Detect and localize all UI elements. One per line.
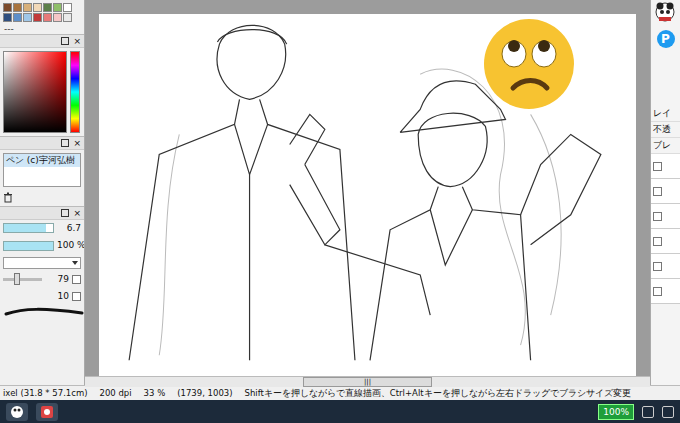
color-swatch[interactable] (33, 13, 42, 22)
spacer (651, 48, 680, 106)
palette-separator: --- (0, 24, 84, 34)
status-dpi: 200 dpi (100, 387, 132, 400)
layer-setting-label: ブレ (651, 138, 680, 154)
tray-icon[interactable] (662, 406, 674, 418)
color-swatch[interactable] (33, 3, 42, 12)
scroll-grip[interactable]: ||| (303, 377, 432, 387)
density-value: 79 (45, 273, 69, 287)
opacity-value: 100 % (57, 239, 81, 253)
layer-row[interactable] (651, 229, 680, 254)
brush-list: ペン (c)宇河弘樹 (3, 153, 81, 187)
extra-checkbox[interactable] (72, 292, 81, 301)
color-swatch[interactable] (23, 13, 32, 22)
layer-row[interactable] (651, 254, 680, 279)
stroke-preview-icon (4, 306, 84, 318)
color-swatch[interactable] (13, 3, 22, 12)
restore-icon[interactable] (61, 37, 69, 45)
rolling-eyes-emoji (483, 18, 575, 110)
layer-row[interactable] (651, 179, 680, 204)
close-button[interactable]: × (73, 138, 81, 148)
rolling-eyes-icon (483, 18, 575, 110)
density-slider[interactable] (3, 278, 42, 281)
brush-size-value: 6.7 (57, 222, 81, 236)
pixiv-badge[interactable]: P (657, 30, 675, 48)
status-zoom: 33 % (144, 387, 166, 400)
color-swatch[interactable] (23, 3, 32, 12)
color-swatch[interactable] (13, 13, 22, 22)
color-swatch[interactable] (63, 13, 72, 22)
tray-icon[interactable] (642, 406, 654, 418)
pane-header: × (0, 206, 84, 220)
tool-panel: --- × × ペン (c)宇河弘樹 × 6.7 100 % 79 10 (0, 0, 85, 385)
taskbar-app[interactable] (6, 403, 28, 421)
panda-icon (10, 405, 24, 419)
dropdown-arrow-icon (72, 261, 78, 265)
stroke-preview (0, 306, 84, 320)
trash-icon (3, 192, 13, 203)
status-size: ixel (31.8 * 57.1cm) (3, 387, 88, 400)
layer-row[interactable] (651, 204, 680, 229)
app-window: --- × × ペン (c)宇河弘樹 × 6.7 100 % 79 10 ||| P レイ不透ブレ ix… (0, 0, 680, 423)
blend-dropdown[interactable] (3, 257, 81, 269)
visibility-toggle[interactable] (653, 187, 662, 196)
extra-value: 10 (45, 290, 69, 304)
visibility-toggle[interactable] (653, 237, 662, 246)
opacity-row: 100 % (0, 237, 84, 255)
pane-header: × (0, 136, 84, 150)
visibility-toggle[interactable] (653, 262, 662, 271)
color-swatch[interactable] (3, 3, 12, 12)
visibility-toggle[interactable] (653, 287, 662, 296)
visibility-toggle[interactable] (653, 162, 662, 171)
main-area: --- × × ペン (c)宇河弘樹 × 6.7 100 % 79 10 ||| P レイ不透ブレ (0, 0, 680, 385)
close-button[interactable]: × (73, 36, 81, 46)
color-swatch[interactable] (3, 13, 12, 22)
app-icon (40, 405, 54, 419)
taskbar: 100% (0, 400, 680, 423)
extra-row: 10 (0, 288, 84, 306)
pane-header: × (0, 34, 84, 48)
restore-icon[interactable] (61, 139, 69, 147)
brush-size-bar[interactable] (3, 223, 54, 233)
canvas-area: ||| (85, 0, 650, 385)
color-swatch[interactable] (53, 13, 62, 22)
status-cursor: (1739, 1003) (177, 387, 232, 400)
layer-panel: P レイ不透ブレ (650, 0, 680, 385)
density-handle[interactable] (14, 273, 20, 285)
visibility-toggle[interactable] (653, 212, 662, 221)
color-swatch[interactable] (53, 3, 62, 12)
color-picker (0, 48, 84, 136)
horizontal-scrollbar[interactable]: ||| (85, 376, 650, 387)
battery-indicator[interactable]: 100% (598, 404, 634, 420)
restore-icon[interactable] (61, 209, 69, 217)
color-swatch[interactable] (43, 13, 52, 22)
layer-setting-label: レイ (651, 106, 680, 122)
brush-size-fill (4, 224, 46, 232)
close-button[interactable]: × (73, 208, 81, 218)
taskbar-app[interactable] (36, 403, 58, 421)
trash-button[interactable] (0, 190, 84, 206)
color-palette (0, 0, 84, 24)
layer-setting-label: 不透 (651, 122, 680, 138)
layer-row[interactable] (651, 154, 680, 179)
opacity-bar[interactable] (3, 241, 54, 251)
density-checkbox[interactable] (72, 275, 81, 284)
layer-row[interactable] (651, 279, 680, 304)
color-swatch[interactable] (43, 3, 52, 12)
opacity-fill (4, 242, 53, 250)
status-hint: Shiftキーを押しながらで直線描画、Ctrl+Altキーを押しながら左右ドラッ… (245, 387, 631, 400)
saturation-field[interactable] (3, 51, 67, 133)
brush-item[interactable]: ペン (c)宇河弘樹 (4, 154, 80, 167)
color-swatch[interactable] (63, 3, 72, 12)
density-row: 79 (0, 271, 84, 289)
hue-bar[interactable] (70, 51, 80, 133)
panda-icon (651, 0, 679, 22)
brush-size-row: 6.7 (0, 220, 84, 238)
